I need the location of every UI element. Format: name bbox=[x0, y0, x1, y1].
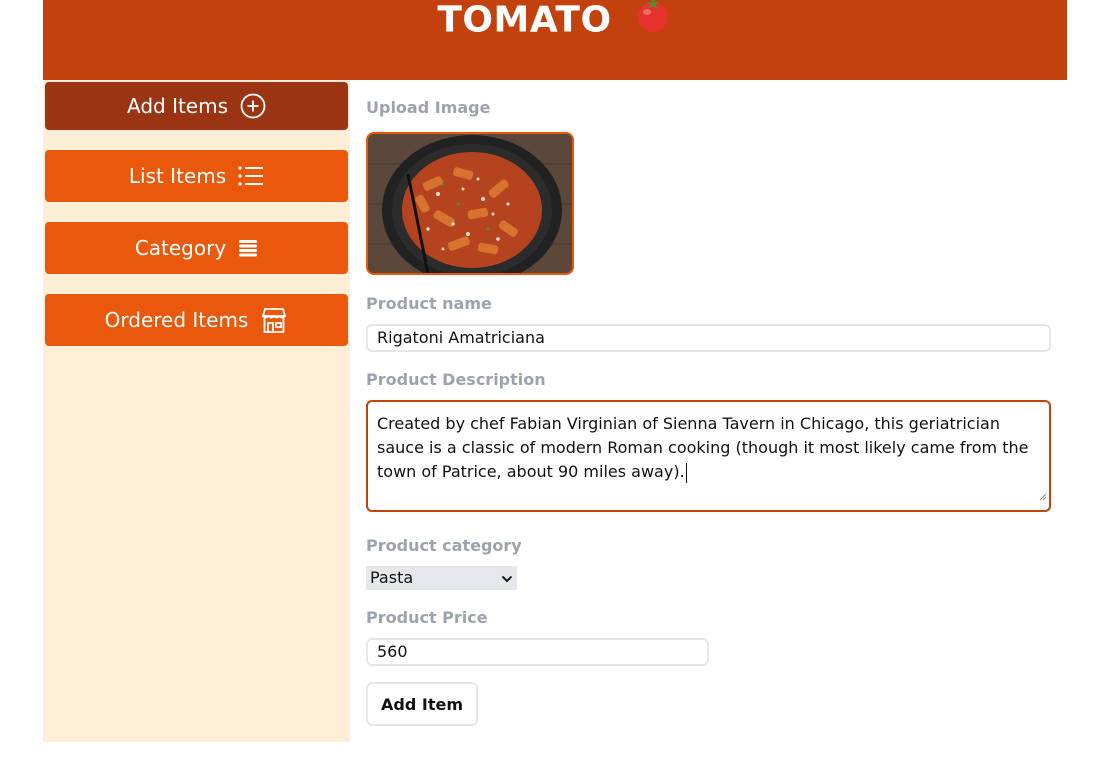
resize-grip-icon[interactable] bbox=[1039, 484, 1047, 508]
add-item-button[interactable]: Add Item bbox=[366, 682, 478, 726]
product-name-label: Product name bbox=[366, 294, 492, 313]
chevron-down-icon bbox=[501, 566, 513, 590]
product-price-input[interactable]: 560 bbox=[366, 638, 709, 666]
layers-icon bbox=[238, 239, 258, 257]
product-name-input[interactable]: Rigatoni Amatriciana bbox=[366, 324, 1051, 352]
sidebar-item-category[interactable]: Category bbox=[45, 222, 348, 274]
product-image bbox=[368, 134, 572, 273]
sidebar-item-label: Ordered Items bbox=[104, 308, 249, 332]
product-price-label: Product Price bbox=[366, 608, 488, 627]
product-category-select[interactable]: Pasta bbox=[366, 566, 517, 590]
text-caret bbox=[685, 462, 687, 483]
sidebar-item-list-items[interactable]: List Items bbox=[45, 150, 348, 202]
app-header: TOMATO bbox=[43, 0, 1067, 80]
sidebar-item-add-items[interactable]: Add Items bbox=[45, 82, 348, 130]
product-description-label: Product Description bbox=[366, 370, 546, 389]
sidebar-item-ordered-items[interactable]: Ordered Items bbox=[45, 294, 348, 346]
sidebar-item-label: Category bbox=[134, 236, 227, 260]
tomato-icon bbox=[633, 0, 673, 43]
product-description-text: Created by chef Fabian Virginian of Sien… bbox=[377, 414, 1029, 481]
brand-text: TOMATO bbox=[437, 0, 612, 41]
sidebar-item-label: List Items bbox=[128, 164, 227, 188]
upload-image-label: Upload Image bbox=[366, 98, 491, 117]
list-icon bbox=[238, 165, 264, 187]
upload-image-button[interactable] bbox=[366, 132, 574, 275]
product-category-label: Product category bbox=[366, 536, 522, 555]
plus-circle-icon bbox=[240, 93, 266, 119]
sidebar-item-label: Add Items bbox=[126, 94, 229, 118]
product-category-value: Pasta bbox=[370, 568, 414, 587]
sidebar: Add Items List Items Category Ordered It… bbox=[43, 80, 350, 742]
brand-title: TOMATO bbox=[43, 0, 1067, 40]
product-description-textarea[interactable]: Created by chef Fabian Virginian of Sien… bbox=[366, 400, 1051, 512]
store-icon bbox=[260, 306, 288, 334]
